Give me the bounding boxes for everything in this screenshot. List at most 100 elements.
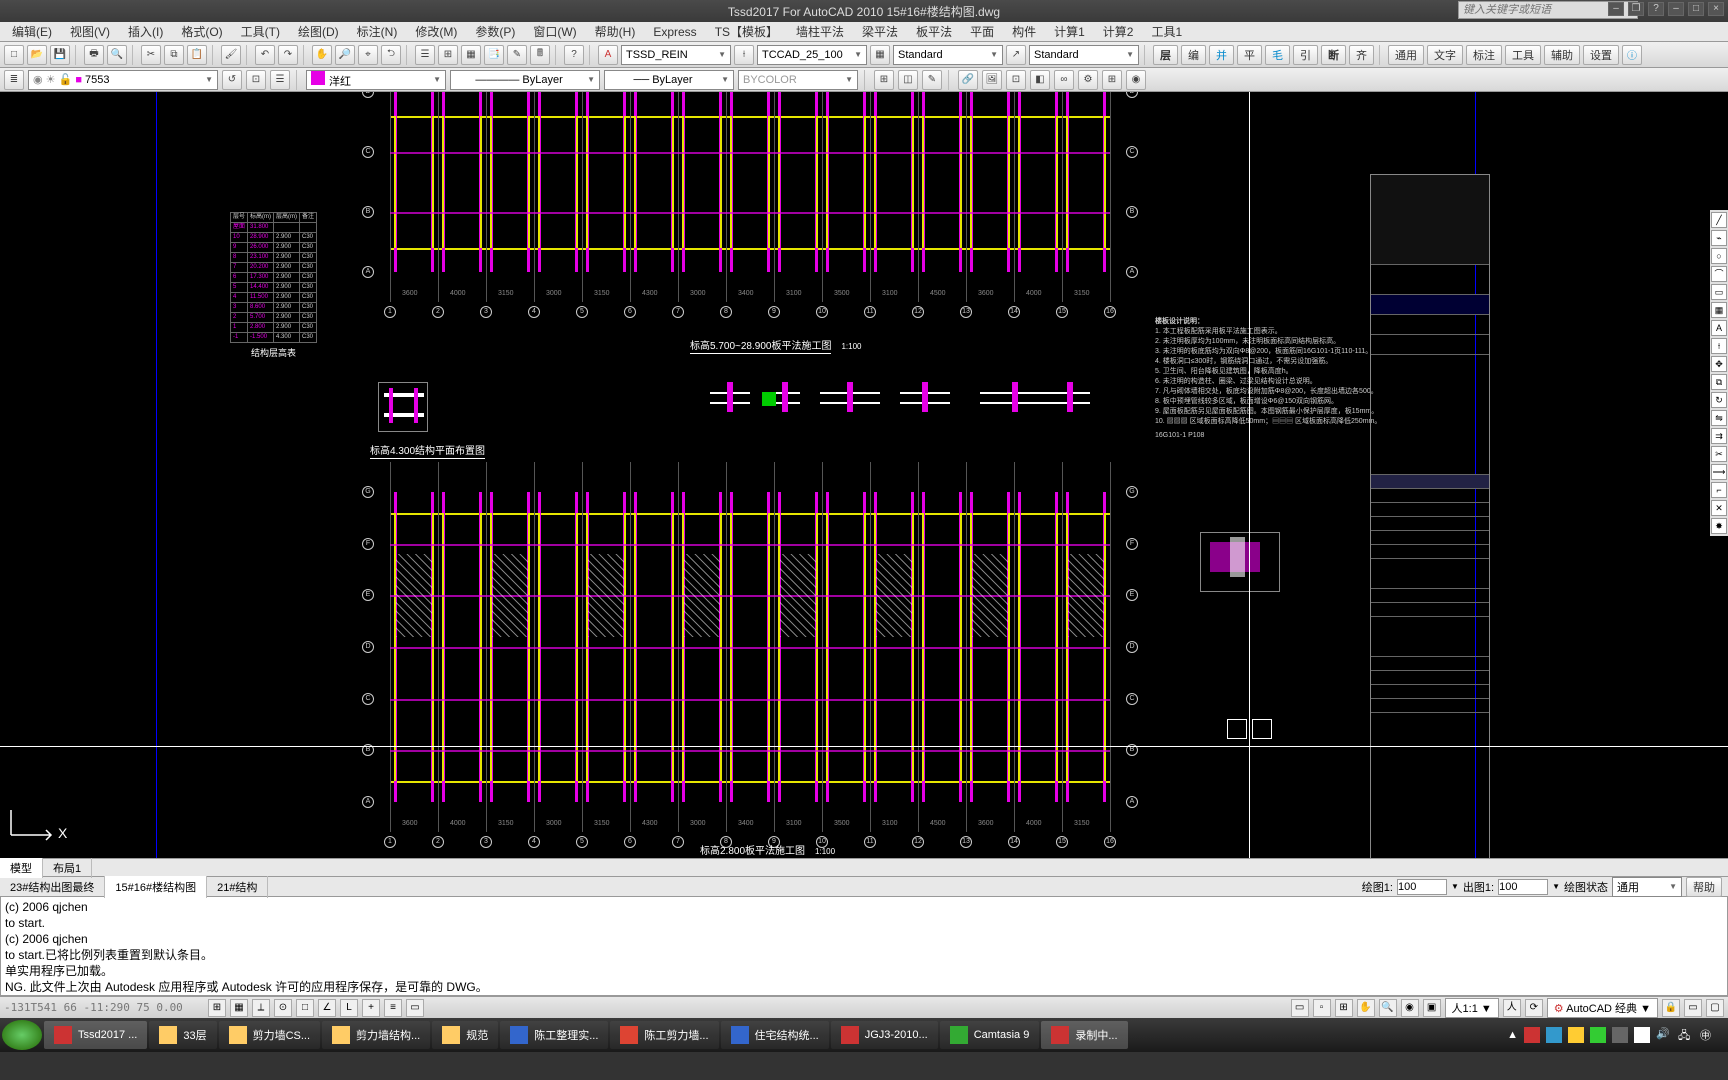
line-icon[interactable]: ╱ (1711, 212, 1727, 228)
trim-icon[interactable]: ✂ (1711, 446, 1727, 462)
info-icon[interactable]: ⓘ (1622, 45, 1642, 65)
qp-toggle[interactable]: ▭ (406, 999, 424, 1017)
menu-slab[interactable]: 板平法 (910, 21, 958, 42)
menu-view[interactable]: 视图(V) (64, 21, 116, 42)
lineweight-combo[interactable]: ── ByLayer▼ (604, 70, 734, 90)
layeriso-icon[interactable]: ⊡ (246, 70, 266, 90)
matchprop-icon[interactable]: 🖌 (221, 45, 241, 65)
menu-dimension[interactable]: 标注(N) (351, 21, 404, 42)
ortho-toggle[interactable]: ⟂ (252, 999, 270, 1017)
close-button[interactable]: × (1708, 2, 1724, 16)
tool4-icon[interactable]: ◉ (1126, 70, 1146, 90)
paste-icon[interactable]: 📋 (187, 45, 207, 65)
textstyle-combo[interactable]: TSSD_REIN▼ (621, 45, 731, 65)
restore-button[interactable]: ❐ (1628, 2, 1644, 16)
tray-icon-5[interactable] (1612, 1027, 1628, 1043)
dyn-toggle[interactable]: + (362, 999, 380, 1017)
taskbar-item[interactable]: 剪力墙结构... (322, 1021, 430, 1049)
layer-combo[interactable]: ◉ ☀ 🔓 ■ 7553▼ (28, 70, 218, 90)
zoom-rt-icon[interactable]: 🔎 (335, 45, 355, 65)
toolpalette-icon[interactable]: ▦ (461, 45, 481, 65)
ts-settings-button[interactable]: 设置 (1583, 45, 1619, 65)
cleanscreen-icon[interactable]: ▢ (1706, 999, 1724, 1017)
tab-layout1[interactable]: 布局1 (43, 858, 92, 878)
zoom-prev-icon[interactable]: ⮌ (381, 45, 401, 65)
menu-draw[interactable]: 绘图(D) (292, 21, 345, 42)
new-icon[interactable]: □ (4, 45, 24, 65)
taskbar-item[interactable]: 33层 (149, 1021, 216, 1049)
menu-parametric[interactable]: 参数(P) (469, 21, 521, 42)
mleaderstyle-icon[interactable]: ↗ (1006, 45, 1026, 65)
preview-icon[interactable]: 🔍 (107, 45, 127, 65)
zoom-win-icon[interactable]: ⌖ (358, 45, 378, 65)
qview-icon[interactable]: ⊞ (1335, 999, 1353, 1017)
minimize2-button[interactable]: – (1668, 2, 1684, 16)
ts-merge-button[interactable]: 并 (1209, 45, 1234, 65)
help-icon[interactable]: ? (564, 45, 584, 65)
image-icon[interactable]: 🖼 (982, 70, 1002, 90)
menu-beam[interactable]: 梁平法 (856, 21, 904, 42)
block-create-icon[interactable]: ◫ (898, 70, 918, 90)
tab-model[interactable]: 模型 (0, 858, 43, 878)
ts-align-button[interactable]: 齐 (1349, 45, 1374, 65)
tray-icon-1[interactable] (1524, 1027, 1540, 1043)
ole-icon[interactable]: ◧ (1030, 70, 1050, 90)
lwt-toggle[interactable]: ≡ (384, 999, 402, 1017)
menu-help[interactable]: 帮助(H) (589, 21, 642, 42)
annovisible-icon[interactable]: 人 (1503, 999, 1521, 1017)
model-button[interactable]: ▭ (1291, 999, 1309, 1017)
ts-leader-button[interactable]: 引 (1293, 45, 1318, 65)
tray-volume-icon[interactable]: 🔊 (1656, 1027, 1672, 1043)
menu-edit[interactable]: 编辑(E) (6, 21, 58, 42)
rotate-icon[interactable]: ↻ (1711, 392, 1727, 408)
wheel-icon[interactable]: ◉ (1401, 999, 1419, 1017)
doc-tab-2[interactable]: 15#16#楼结构图 (105, 876, 207, 898)
circle-icon[interactable]: ○ (1711, 248, 1727, 264)
tray-icon-2[interactable] (1546, 1027, 1562, 1043)
linetype-combo[interactable]: ———— ByLayer▼ (450, 70, 600, 90)
textstyle-icon[interactable]: A (598, 45, 618, 65)
hardware-icon[interactable]: ▭ (1684, 999, 1702, 1017)
menu-calc2[interactable]: 计算2 (1097, 21, 1140, 42)
snap-toggle[interactable]: ⊞ (208, 999, 226, 1017)
plotscale-input[interactable] (1498, 879, 1548, 895)
hatch-icon[interactable]: ▦ (1711, 302, 1727, 318)
move-icon[interactable]: ✥ (1711, 356, 1727, 372)
menu-wallcol[interactable]: 墙柱平法 (790, 21, 850, 42)
tray-flag-icon[interactable]: 🏳 (1634, 1027, 1650, 1043)
ts-brush-button[interactable]: 毛 (1265, 45, 1290, 65)
mleaderstyle-combo[interactable]: Standard▼ (1029, 45, 1139, 65)
grid-toggle[interactable]: ▦ (230, 999, 248, 1017)
taskbar-item[interactable]: 住宅结构统... (721, 1021, 829, 1049)
tray-network-icon[interactable]: 🖧 (1678, 1027, 1694, 1043)
menu-ts-template[interactable]: TS【模板】 (709, 21, 784, 42)
taskbar-item[interactable]: 陈工整理实... (500, 1021, 608, 1049)
tablestyle-combo[interactable]: Standard▼ (893, 45, 1003, 65)
open-icon[interactable]: 📂 (27, 45, 47, 65)
pan2-icon[interactable]: ✋ (1357, 999, 1375, 1017)
menu-calc1[interactable]: 计算1 (1048, 21, 1091, 42)
print-icon[interactable]: 🖶 (84, 45, 104, 65)
save-icon[interactable]: 💾 (50, 45, 70, 65)
polar-toggle[interactable]: ⊙ (274, 999, 292, 1017)
copy-icon[interactable]: ⧉ (164, 45, 184, 65)
tablestyle-icon[interactable]: ▦ (870, 45, 890, 65)
block-edit-icon[interactable]: ✎ (922, 70, 942, 90)
tray-icon-3[interactable] (1568, 1027, 1584, 1043)
erase-icon[interactable]: ✕ (1711, 500, 1727, 516)
start-button[interactable] (2, 1020, 42, 1050)
ts-text-button[interactable]: 文字 (1427, 45, 1463, 65)
ts-assist-button[interactable]: 辅助 (1544, 45, 1580, 65)
layerprev-icon[interactable]: ↺ (222, 70, 242, 90)
layermgr-icon[interactable]: ≣ (4, 70, 24, 90)
drawscale-input[interactable] (1397, 879, 1447, 895)
xref-icon[interactable]: 🔗 (958, 70, 978, 90)
ts-layer-button[interactable]: 层 (1153, 45, 1178, 65)
ts-tool-button[interactable]: 工具 (1505, 45, 1541, 65)
sheetset-icon[interactable]: 📑 (484, 45, 504, 65)
taskbar-item[interactable]: Camtasia 9 (940, 1021, 1040, 1049)
taskbar-item[interactable]: Tssd2017 ... (44, 1021, 147, 1049)
undo-icon[interactable]: ↶ (255, 45, 275, 65)
properties-icon[interactable]: ☰ (415, 45, 435, 65)
otrack-toggle[interactable]: ∠ (318, 999, 336, 1017)
